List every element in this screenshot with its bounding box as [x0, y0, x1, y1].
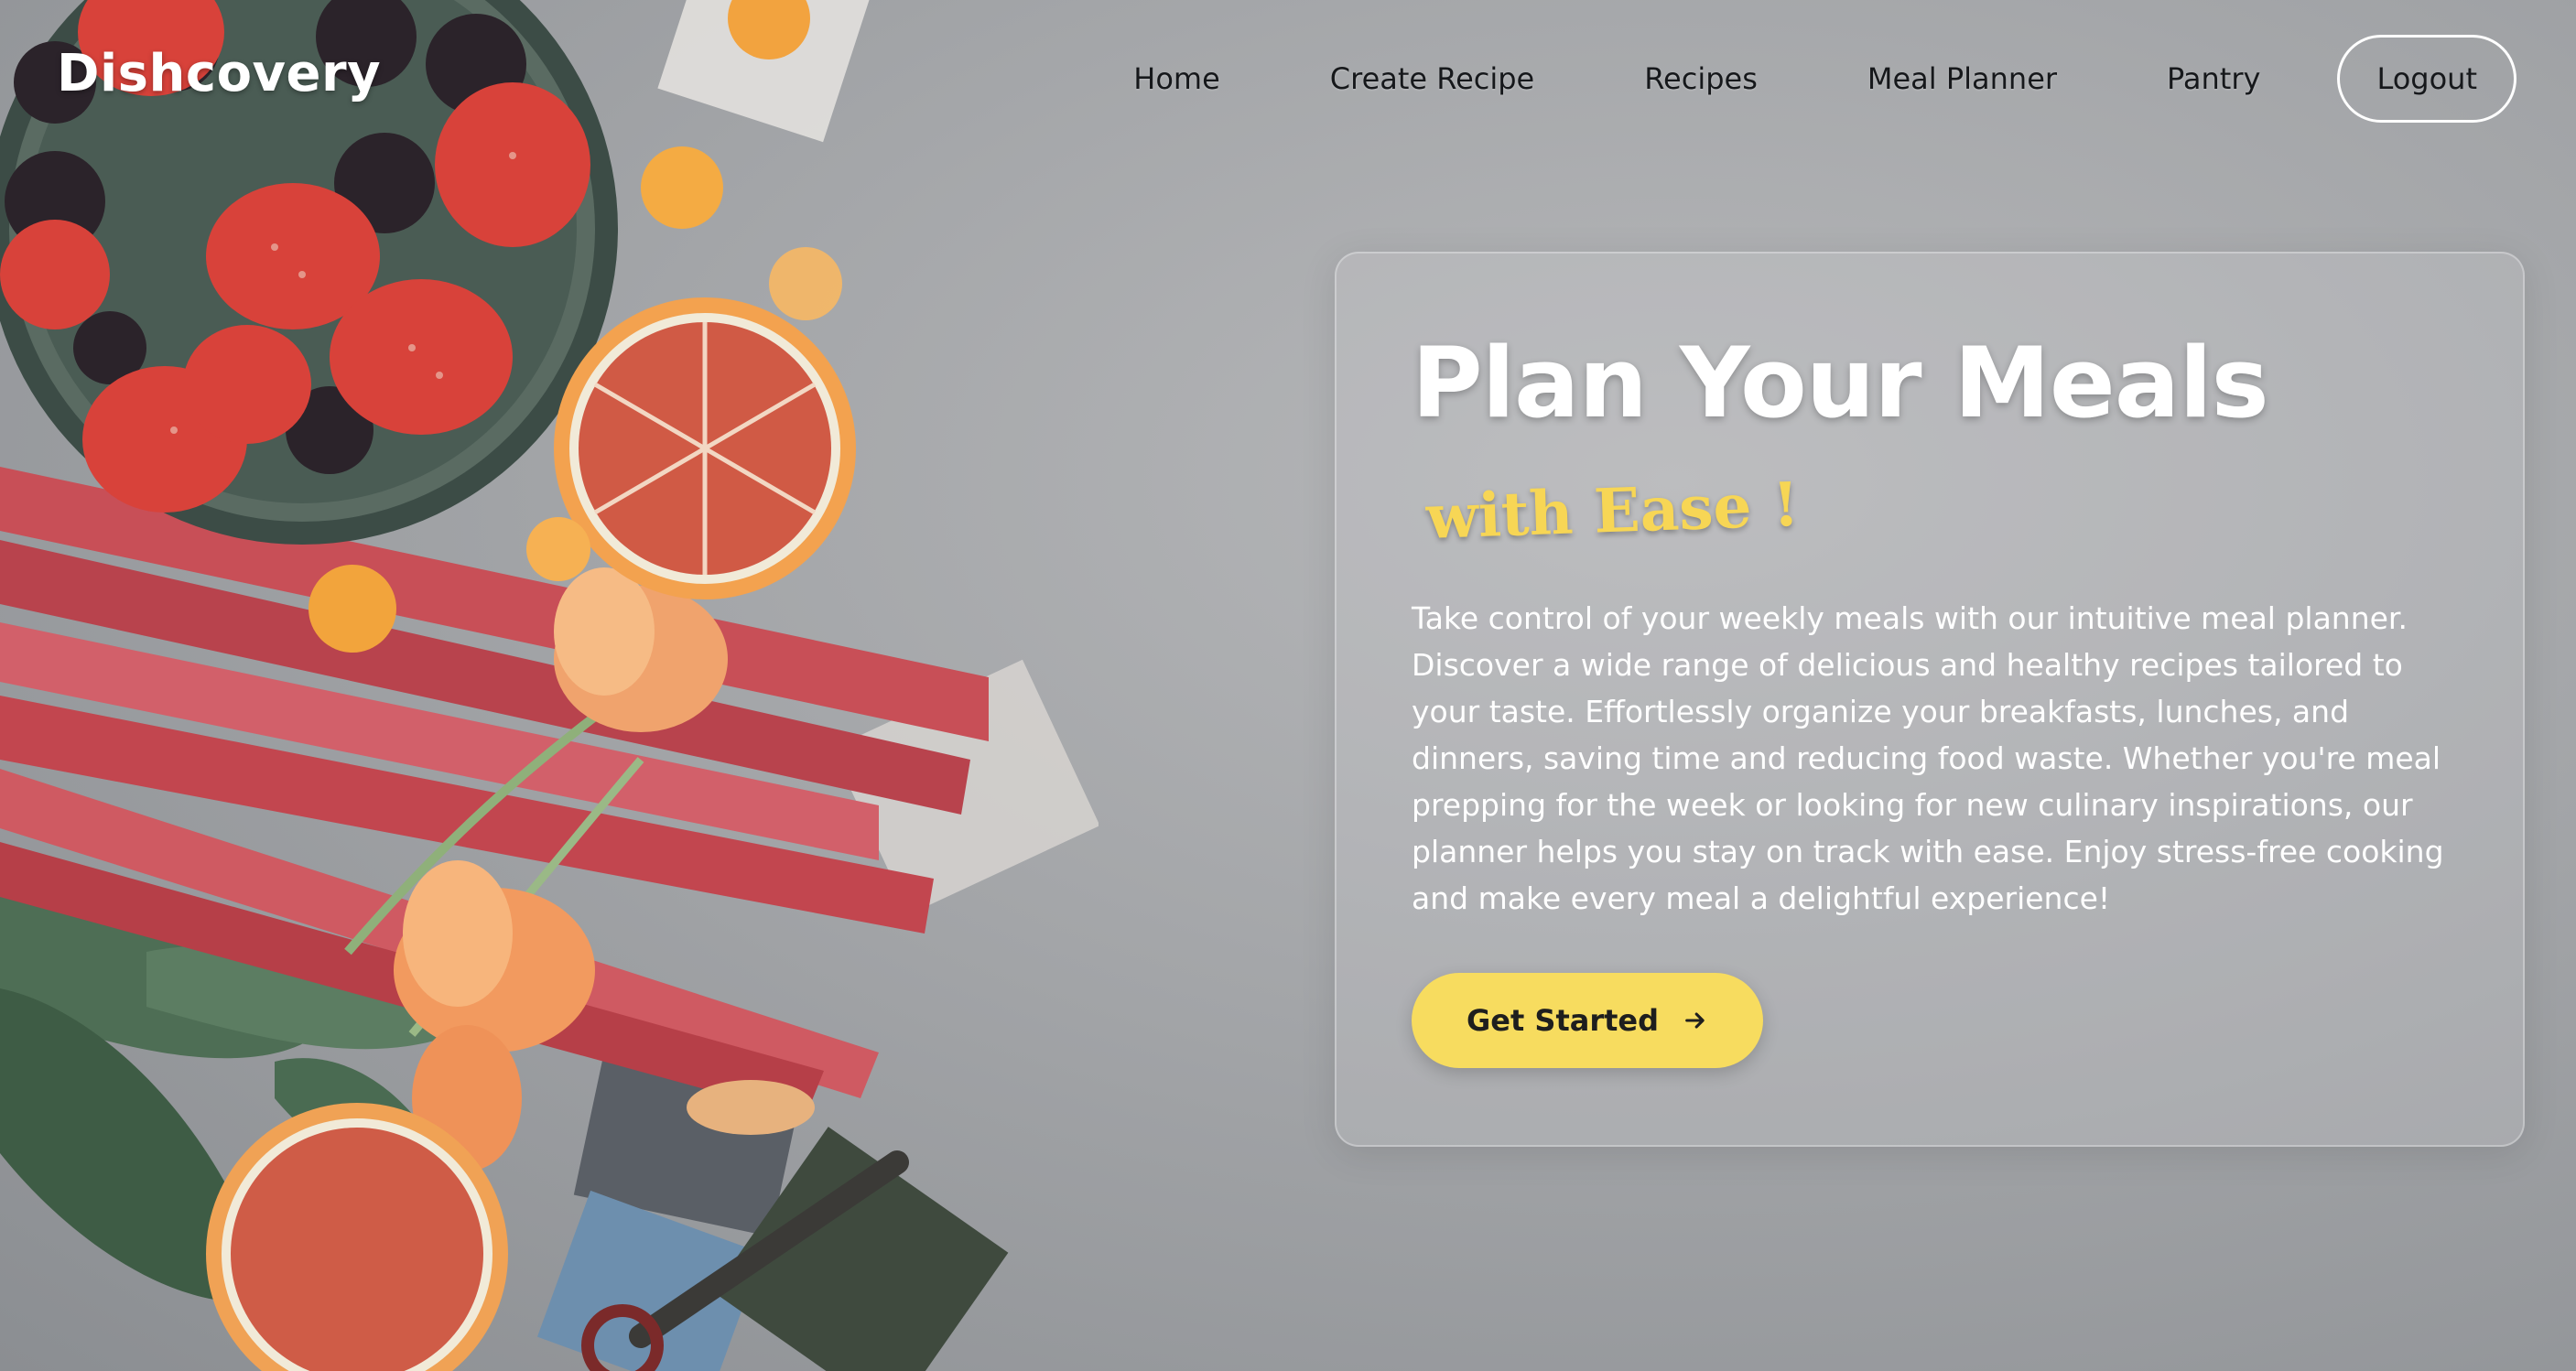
nav-link-recipes[interactable]: Recipes: [1644, 61, 1758, 96]
nav-link-meal-planner[interactable]: Meal Planner: [1867, 61, 2057, 96]
nav-link-pantry[interactable]: Pantry: [2167, 61, 2260, 96]
hero-description: Take control of your weekly meals with o…: [1412, 600, 2444, 917]
logo[interactable]: Dishcovery: [57, 44, 381, 103]
logout-button[interactable]: Logout: [2337, 35, 2516, 123]
get-started-label: Get Started: [1467, 1003, 1660, 1039]
nav-link-create-recipe[interactable]: Create Recipe: [1330, 61, 1534, 96]
arrow-right-icon: [1685, 1012, 1705, 1029]
main-nav: Home Create Recipe Recipes Meal Planner …: [1133, 35, 2516, 123]
hero-subtitle: with Ease !: [1424, 469, 1801, 554]
nav-link-home[interactable]: Home: [1133, 61, 1220, 96]
food-background-image: [0, 0, 1099, 1371]
get-started-button[interactable]: Get Started: [1412, 973, 1764, 1069]
hero-title: Plan Your Meals: [1412, 327, 2269, 439]
hero-card: Plan Your Meals with Ease ! Take control…: [1335, 252, 2525, 1147]
